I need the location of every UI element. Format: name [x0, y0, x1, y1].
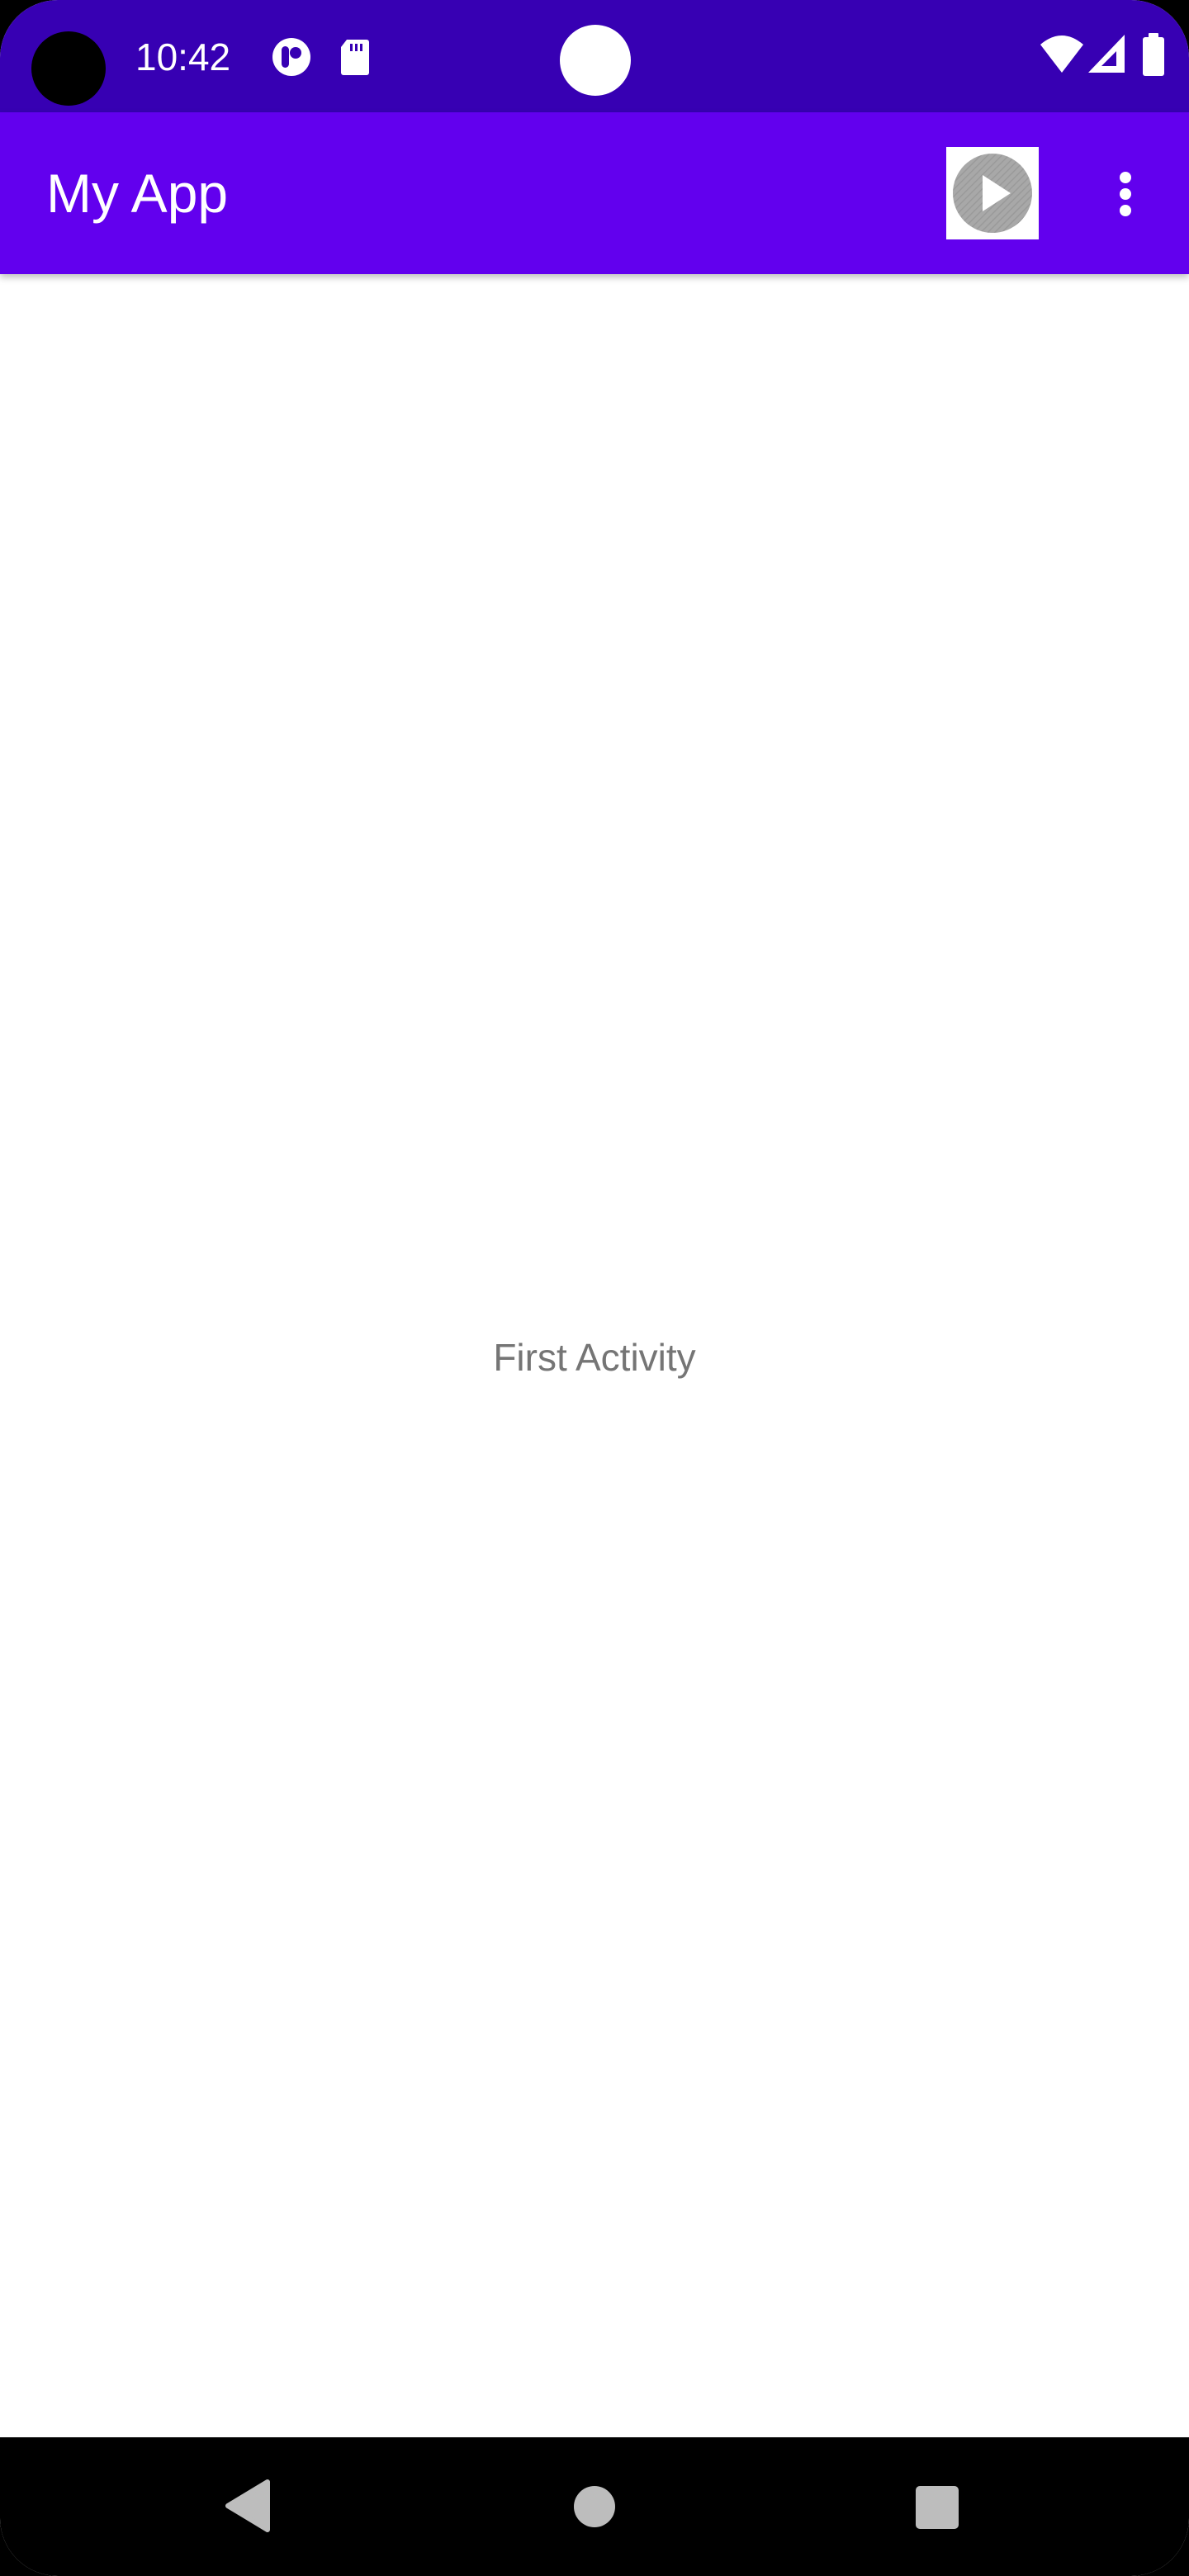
- sd-card-icon: [341, 40, 369, 75]
- recents-icon[interactable]: [915, 2485, 959, 2530]
- activity-label: First Activity: [493, 1336, 696, 1379]
- cellular-signal-icon: [1088, 35, 1125, 73]
- back-icon[interactable]: [223, 2479, 272, 2533]
- main-content: First Activity: [0, 274, 1189, 2437]
- wifi-icon: [1040, 36, 1083, 73]
- app-bar: My App: [0, 112, 1189, 274]
- navigation-bar: [0, 2437, 1189, 2576]
- status-bar: 10:42: [0, 0, 1189, 112]
- play-button[interactable]: [946, 147, 1039, 239]
- play-icon: [953, 154, 1032, 233]
- camera-cutout: [31, 31, 106, 106]
- status-center-dot: [560, 25, 631, 96]
- battery-icon: [1143, 33, 1164, 76]
- home-icon[interactable]: [573, 2485, 616, 2528]
- more-options-button[interactable]: [1103, 157, 1149, 230]
- more-vert-icon: [1103, 157, 1149, 230]
- app-title: My App: [46, 163, 229, 224]
- status-clock: 10:42: [135, 36, 231, 78]
- phone-screen: 10:42 My App First Activity: [0, 0, 1189, 2576]
- app-notification-icon: [272, 38, 310, 76]
